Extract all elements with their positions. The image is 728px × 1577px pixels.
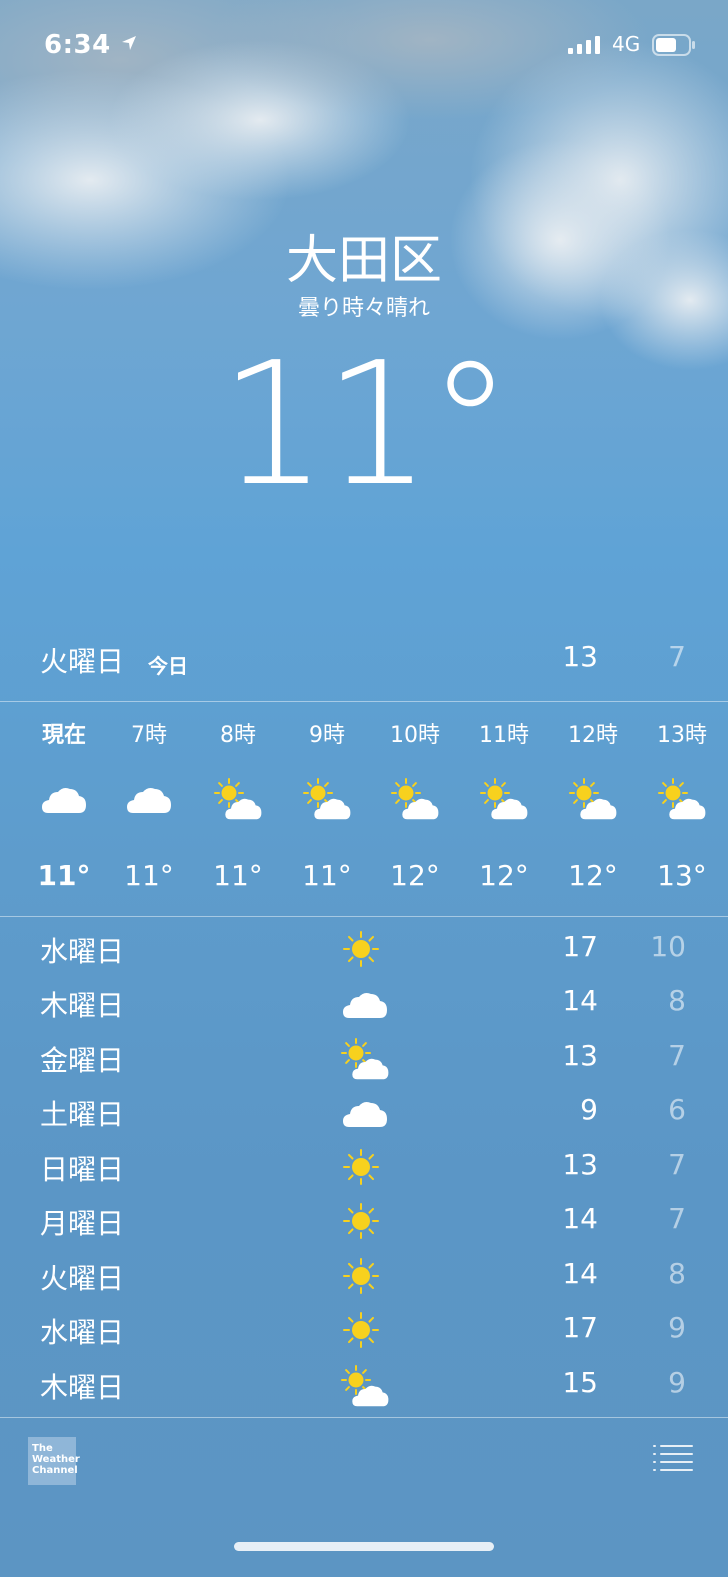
- daily-high: 14: [562, 984, 598, 1017]
- city-name: 大田区: [285, 231, 442, 291]
- home-indicator[interactable]: [234, 1542, 494, 1551]
- daily-day: 水曜日: [40, 935, 125, 968]
- status-time: 6:34: [44, 30, 111, 60]
- today-day: 火曜日: [40, 645, 125, 678]
- partly-sunny-icon: [657, 775, 707, 821]
- hour-label: 13時: [657, 723, 707, 748]
- partly-sunny-icon: [302, 775, 352, 821]
- weather-channel-logo[interactable]: The Weather Channel: [28, 1437, 80, 1485]
- hour-label: 8時: [220, 723, 256, 748]
- hour-label: 12時: [568, 723, 618, 748]
- daily-low: 9: [668, 1366, 686, 1399]
- daily-day: 日曜日: [40, 1153, 125, 1186]
- daily-day: 土曜日: [40, 1098, 125, 1131]
- hour-temp: 11°: [37, 859, 91, 892]
- today-low: 7: [668, 640, 686, 673]
- cloud-icon: [340, 980, 390, 1026]
- daily-row: 月曜日 14 7: [0, 1194, 728, 1248]
- hour-temp: 11°: [302, 859, 352, 892]
- hour-temp: 12°: [390, 859, 440, 892]
- daily-day: 火曜日: [40, 1262, 125, 1295]
- battery-icon: [652, 34, 695, 56]
- current-temperature: 11°: [219, 326, 512, 524]
- partly-sunny-icon: [568, 775, 618, 821]
- daily-row: 水曜日 17 10: [0, 922, 728, 976]
- daily-high: 14: [562, 1257, 598, 1290]
- city-list-icon[interactable]: [652, 1444, 694, 1472]
- today-summary: 火曜日 今日 13 7: [0, 640, 728, 684]
- sun-icon: [340, 1253, 390, 1299]
- daily-row: 水曜日 17 9: [0, 1303, 728, 1357]
- divider: [0, 1417, 728, 1418]
- daily-low: 7: [668, 1148, 686, 1181]
- daily-row: 火曜日 14 8: [0, 1249, 728, 1303]
- partly-sunny-icon: [479, 775, 529, 821]
- partly-sunny-icon: [340, 1362, 390, 1408]
- hour-temp: 13°: [657, 859, 707, 892]
- daily-row: 日曜日 13 7: [0, 1140, 728, 1194]
- sun-icon: [340, 1144, 390, 1190]
- daily-day: 水曜日: [40, 1316, 125, 1349]
- divider: [0, 701, 728, 702]
- daily-high: 14: [562, 1202, 598, 1235]
- daily-low: 8: [668, 1257, 686, 1290]
- daily-high: 17: [562, 1311, 598, 1344]
- daily-row: 木曜日 14 8: [0, 976, 728, 1030]
- daily-high: 15: [562, 1366, 598, 1399]
- hour-temp: 12°: [479, 859, 529, 892]
- daily-day: 木曜日: [40, 989, 125, 1022]
- cellular-signal-icon: [568, 36, 600, 54]
- hour-label: 現在: [41, 723, 86, 748]
- daily-low: 9: [668, 1311, 686, 1344]
- daily-high: 13: [562, 1148, 598, 1181]
- daily-low: 6: [668, 1093, 686, 1126]
- hourly-forecast[interactable]: 現在 11° 7時 11° 8時 11° 9時 11° 10時 12° 11時 …: [0, 703, 728, 915]
- location-arrow-icon: [122, 36, 136, 50]
- cloud-icon: [340, 1089, 390, 1135]
- current-condition: 曇り時々晴れ: [297, 296, 430, 321]
- sun-icon: [340, 926, 390, 972]
- hour-temp: 11°: [213, 859, 263, 892]
- daily-low: 8: [668, 984, 686, 1017]
- daily-day: 月曜日: [40, 1207, 125, 1240]
- daily-day: 金曜日: [40, 1044, 125, 1077]
- cloud-icon: [124, 775, 174, 821]
- sun-icon: [340, 1307, 390, 1353]
- hour-label: 10時: [390, 723, 440, 748]
- sun-icon: [340, 1198, 390, 1244]
- hour-label: 9時: [309, 723, 345, 748]
- daily-row: 木曜日 15 9: [0, 1358, 728, 1412]
- daily-high: 9: [580, 1093, 598, 1126]
- daily-high: 13: [562, 1039, 598, 1072]
- daily-low: 10: [650, 930, 686, 963]
- daily-low: 7: [668, 1202, 686, 1235]
- hour-label: 11時: [479, 723, 529, 748]
- today-tag: 今日: [148, 654, 188, 678]
- status-bar: 6:34 4G: [0, 28, 728, 68]
- partly-sunny-icon: [213, 775, 263, 821]
- today-high: 13: [562, 640, 598, 673]
- daily-day: 木曜日: [40, 1371, 125, 1404]
- partly-sunny-icon: [390, 775, 440, 821]
- hour-temp: 11°: [124, 859, 174, 892]
- cloud-icon: [39, 775, 89, 821]
- daily-low: 7: [668, 1039, 686, 1072]
- daily-high: 17: [562, 930, 598, 963]
- daily-row: 土曜日 9 6: [0, 1085, 728, 1139]
- hour-label: 7時: [131, 723, 167, 748]
- network-type: 4G: [612, 32, 641, 56]
- hour-temp: 12°: [568, 859, 618, 892]
- partly-sunny-icon: [340, 1035, 390, 1081]
- divider: [0, 916, 728, 917]
- daily-row: 金曜日 13 7: [0, 1031, 728, 1085]
